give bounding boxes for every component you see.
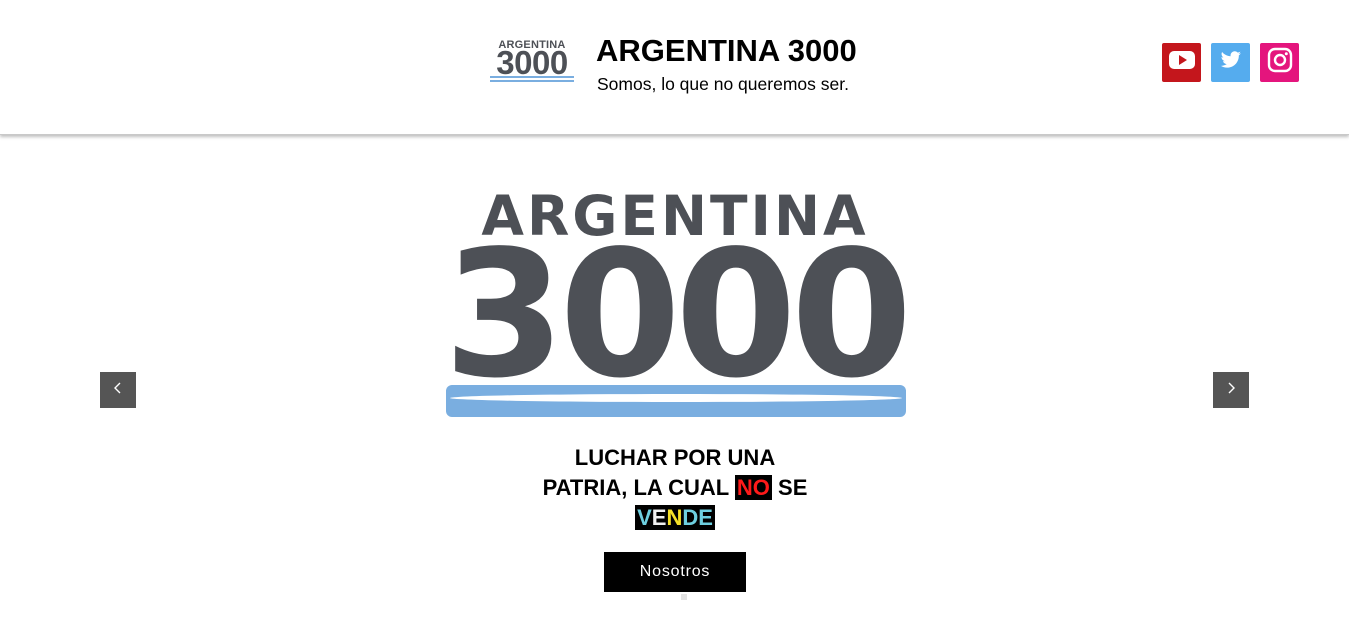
vende-letter: D (682, 505, 699, 530)
nosotros-button[interactable]: Nosotros (604, 552, 746, 592)
slogan-vende-highlight: VENDE (635, 505, 715, 530)
slogan-line-1: LUCHAR POR UNA (574, 445, 776, 470)
chevron-left-icon (113, 381, 123, 400)
site-tagline: Somos, lo que no queremos ser. (597, 74, 849, 94)
youtube-button[interactable] (1162, 43, 1201, 82)
hero-slider: ARGENTINA 3000 LUCHAR POR UNA PATRIA, LA… (0, 136, 1349, 637)
slogan-line-3: VENDE (475, 503, 875, 533)
hero-logo-number: 3000 (443, 214, 912, 417)
site-title[interactable]: ARGENTINA 3000 (596, 33, 857, 69)
instagram-button[interactable] (1260, 43, 1299, 82)
slider-prev-button[interactable] (100, 372, 136, 408)
slogan-no-highlight: NO (734, 475, 772, 500)
site-header: ARGENTINA 3000 ARGENTINA 3000 Somos, lo … (0, 0, 1349, 135)
vende-letter: E (651, 505, 667, 530)
header-logo-stripe (490, 76, 574, 82)
hero-logo-flag-stripe (450, 394, 902, 402)
header-logo[interactable]: ARGENTINA 3000 (488, 38, 576, 86)
youtube-icon (1168, 50, 1195, 75)
twitter-button[interactable] (1211, 43, 1250, 82)
instagram-icon (1267, 47, 1293, 78)
chevron-right-icon (1226, 381, 1236, 400)
vende-letter: N (666, 505, 683, 530)
slogan-line-2-start: PATRIA, LA CUAL (542, 475, 729, 500)
slogan-line-2-end: SE (778, 475, 808, 500)
vende-letter: E (698, 505, 713, 530)
vende-letter: V (637, 505, 652, 530)
slider-dot[interactable] (681, 594, 687, 600)
hero-logo: ARGENTINA 3000 (440, 184, 913, 424)
hero-slogan: LUCHAR POR UNA PATRIA, LA CUAL NO SE VEN… (475, 443, 875, 533)
slogan-line-2: PATRIA, LA CUAL NO SE (475, 473, 875, 503)
twitter-icon (1220, 51, 1242, 74)
slider-next-button[interactable] (1213, 372, 1249, 408)
